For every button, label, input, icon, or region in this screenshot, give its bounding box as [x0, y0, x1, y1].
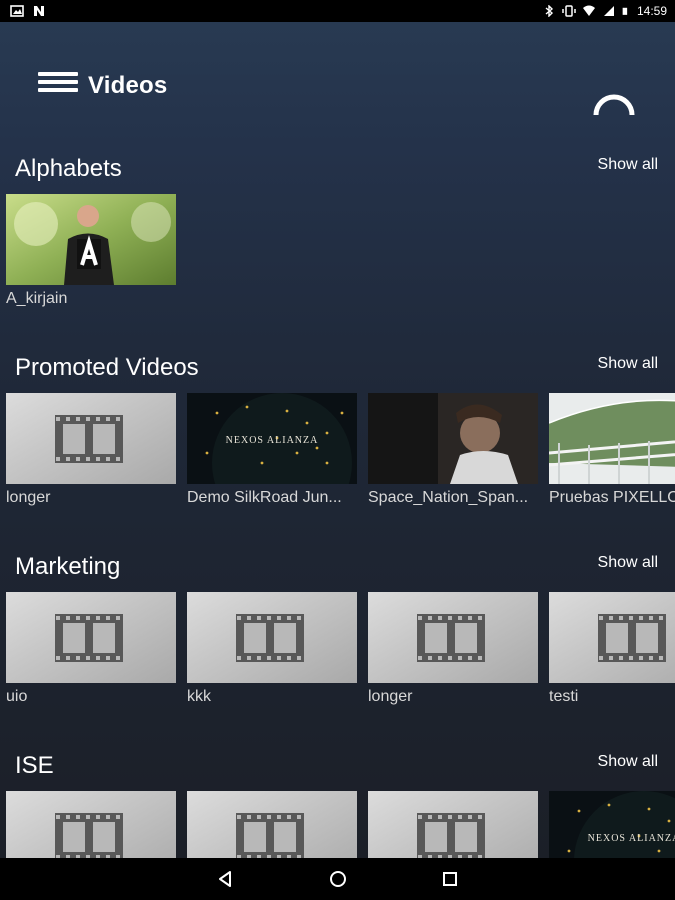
video-row: uio kkk longer testi: [6, 592, 675, 712]
video-thumbnail-image: [549, 393, 675, 484]
video-card[interactable]: kkk: [187, 592, 357, 707]
video-thumbnail-image: NEXOS ALIANZA: [187, 393, 357, 484]
video-card[interactable]: NEXOS ALIANZA: [549, 791, 675, 858]
video-card[interactable]: NEXOS ALIANZA Demo SilkRoad Jun...: [187, 393, 357, 508]
video-card[interactable]: Space_Nation_Span...: [368, 393, 538, 508]
film-strip-icon: [55, 614, 123, 662]
recents-icon: [443, 872, 457, 886]
status-left-icons: [10, 5, 46, 17]
show-all-button[interactable]: Show all: [598, 752, 658, 772]
video-thumbnail: [368, 791, 538, 858]
video-card[interactable]: longer: [368, 592, 538, 707]
video-thumbnail: [549, 592, 675, 683]
wifi-icon: [582, 5, 595, 16]
thumbnail-text: NEXOS ALIANZA: [226, 435, 319, 446]
section-title: Promoted Videos: [15, 354, 199, 381]
status-right-icons: 14:59: [542, 4, 667, 18]
video-thumbnail: [187, 592, 357, 683]
show-all-button[interactable]: Show all: [598, 155, 658, 175]
video-thumbnail: [368, 592, 538, 683]
video-section: ISE Show all NEXOS ALIANZA: [0, 714, 675, 858]
video-thumbnail-image: [6, 194, 176, 285]
vibrate-icon: [562, 5, 576, 17]
page-title: Videos: [88, 72, 168, 93]
home-icon: [330, 871, 346, 887]
video-title: longer: [368, 688, 413, 705]
video-sections: Alphabets Show all A_kirjain Promoted Video…: [0, 117, 675, 858]
video-thumbnail: NEXOS ALIANZA: [187, 393, 357, 484]
navigation-bar: [0, 858, 675, 900]
section-title: Marketing: [15, 553, 121, 580]
recents-button[interactable]: [420, 858, 480, 900]
video-card[interactable]: uio: [6, 592, 176, 707]
section-title: Alphabets: [15, 155, 122, 182]
video-thumbnail-image: [368, 393, 538, 484]
video-row: A_kirjain: [6, 194, 675, 314]
video-title: uio: [6, 688, 28, 705]
video-card[interactable]: Pruebas PIXELLOT: [549, 393, 675, 508]
film-strip-icon: [417, 813, 485, 858]
video-thumbnail: [6, 194, 176, 285]
app-bar: Videos: [0, 22, 675, 117]
home-button[interactable]: [308, 858, 368, 900]
back-button[interactable]: [196, 858, 256, 900]
bluetooth-icon: [545, 5, 554, 17]
video-card[interactable]: testi: [549, 592, 675, 707]
video-card[interactable]: [187, 791, 357, 858]
video-section: Marketing Show all uio kkk longer testi: [0, 515, 675, 714]
video-title: testi: [549, 688, 579, 705]
video-title: kkk: [187, 688, 211, 705]
n-icon: [34, 6, 44, 16]
film-strip-icon: [55, 813, 123, 858]
video-thumbnail: [6, 791, 176, 858]
menu-icon[interactable]: [38, 72, 78, 92]
video-thumbnail-image: NEXOS ALIANZA: [549, 791, 675, 858]
section-title: ISE: [15, 752, 54, 779]
video-card[interactable]: [368, 791, 538, 858]
video-thumbnail: [6, 592, 176, 683]
video-thumbnail: NEXOS ALIANZA: [549, 791, 675, 858]
thumbnail-text: NEXOS ALIANZA: [588, 833, 675, 844]
video-section: Promoted Videos Show all longer NEXOS ALIAN…: [0, 316, 675, 515]
film-strip-icon: [236, 813, 304, 858]
film-strip-icon: [55, 415, 123, 463]
video-row: NEXOS ALIANZA: [6, 791, 675, 858]
battery-icon: [622, 7, 628, 15]
video-card[interactable]: longer: [6, 393, 176, 508]
video-title: longer: [6, 489, 51, 506]
video-title: Pruebas PIXELLOT: [549, 489, 675, 506]
video-title: A_kirjain: [6, 290, 68, 307]
video-title: Demo SilkRoad Jun...: [187, 489, 342, 506]
refresh-icon[interactable]: [593, 87, 635, 115]
video-title: Space_Nation_Span...: [368, 489, 529, 506]
status-bar: 14:59: [0, 0, 675, 22]
video-row: longer NEXOS ALIANZA Demo SilkRoad Jun... S…: [6, 393, 675, 513]
video-thumbnail: [368, 393, 538, 484]
image-icon: [10, 5, 24, 17]
film-strip-icon: [417, 614, 485, 662]
show-all-button[interactable]: Show all: [598, 553, 658, 573]
back-icon: [219, 871, 231, 887]
video-card[interactable]: [6, 791, 176, 858]
video-thumbnail: [549, 393, 675, 484]
signal-icon: [603, 6, 614, 16]
video-thumbnail: [6, 393, 176, 484]
video-card[interactable]: A_kirjain: [6, 194, 176, 309]
video-section: Alphabets Show all A_kirjain: [0, 117, 675, 316]
status-time: 14:59: [636, 4, 667, 18]
video-thumbnail: [187, 791, 357, 858]
show-all-button[interactable]: Show all: [598, 354, 658, 374]
app-content: Videos Alphabets Show all A_kirjain Promote…: [0, 22, 675, 858]
film-strip-icon: [236, 614, 304, 662]
film-strip-icon: [598, 614, 666, 662]
